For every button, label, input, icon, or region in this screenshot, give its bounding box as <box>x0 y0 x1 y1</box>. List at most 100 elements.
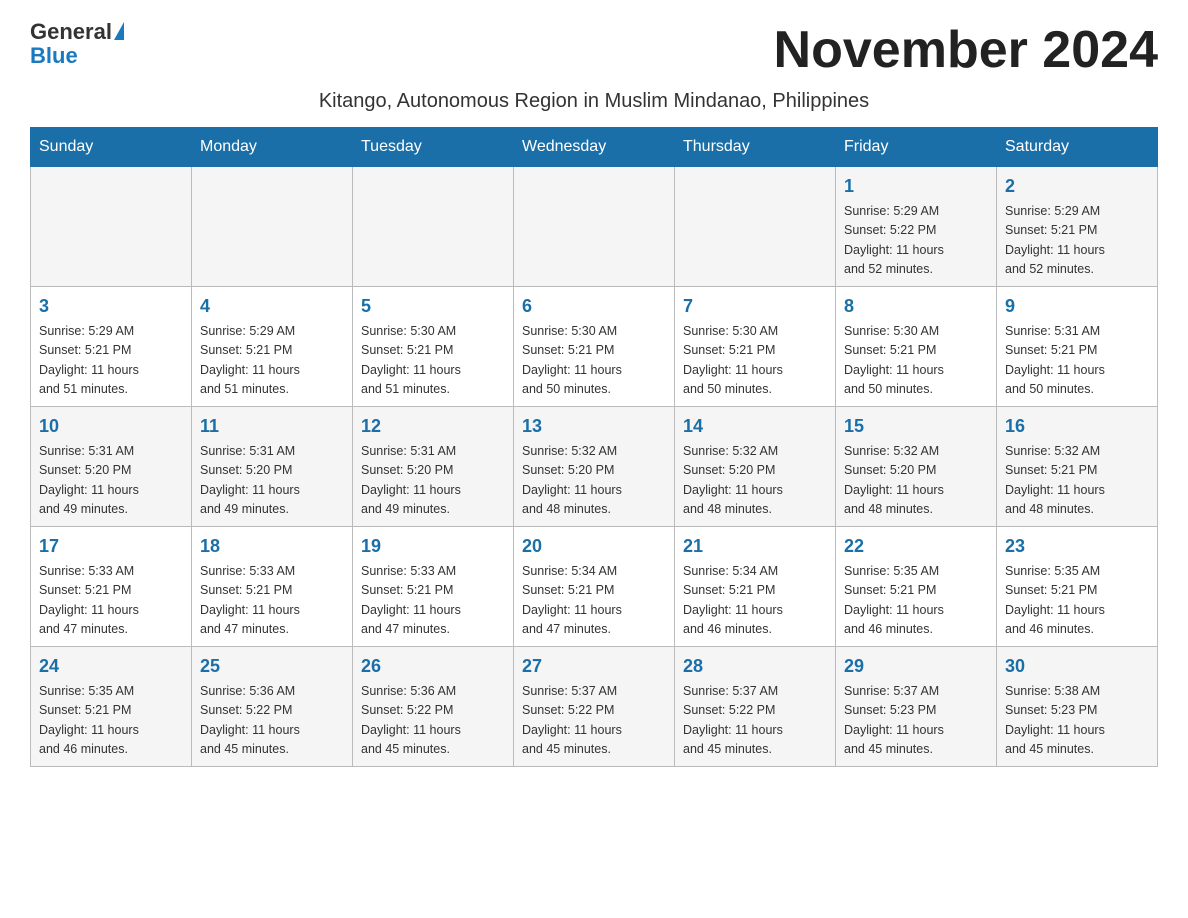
calendar-week-row: 24Sunrise: 5:35 AM Sunset: 5:21 PM Dayli… <box>31 647 1158 767</box>
month-title: November 2024 <box>774 20 1158 80</box>
day-number: 12 <box>361 413 505 440</box>
day-info: Sunrise: 5:35 AM Sunset: 5:21 PM Dayligh… <box>1005 562 1149 640</box>
calendar-day-cell: 12Sunrise: 5:31 AM Sunset: 5:20 PM Dayli… <box>353 407 514 527</box>
calendar-day-cell <box>675 167 836 287</box>
calendar-day-cell: 11Sunrise: 5:31 AM Sunset: 5:20 PM Dayli… <box>192 407 353 527</box>
logo: General Blue <box>30 20 124 68</box>
calendar-day-cell: 15Sunrise: 5:32 AM Sunset: 5:20 PM Dayli… <box>836 407 997 527</box>
day-number: 1 <box>844 173 988 200</box>
day-number: 24 <box>39 653 183 680</box>
day-info: Sunrise: 5:32 AM Sunset: 5:20 PM Dayligh… <box>844 442 988 520</box>
day-info: Sunrise: 5:29 AM Sunset: 5:21 PM Dayligh… <box>200 322 344 400</box>
day-number: 14 <box>683 413 827 440</box>
calendar-day-cell <box>192 167 353 287</box>
calendar-day-cell: 14Sunrise: 5:32 AM Sunset: 5:20 PM Dayli… <box>675 407 836 527</box>
day-info: Sunrise: 5:29 AM Sunset: 5:21 PM Dayligh… <box>1005 202 1149 280</box>
day-info: Sunrise: 5:34 AM Sunset: 5:21 PM Dayligh… <box>683 562 827 640</box>
day-info: Sunrise: 5:34 AM Sunset: 5:21 PM Dayligh… <box>522 562 666 640</box>
calendar-day-cell: 30Sunrise: 5:38 AM Sunset: 5:23 PM Dayli… <box>997 647 1158 767</box>
day-info: Sunrise: 5:33 AM Sunset: 5:21 PM Dayligh… <box>361 562 505 640</box>
day-info: Sunrise: 5:38 AM Sunset: 5:23 PM Dayligh… <box>1005 682 1149 760</box>
calendar-day-cell: 9Sunrise: 5:31 AM Sunset: 5:21 PM Daylig… <box>997 287 1158 407</box>
day-number: 7 <box>683 293 827 320</box>
calendar-day-cell: 24Sunrise: 5:35 AM Sunset: 5:21 PM Dayli… <box>31 647 192 767</box>
day-info: Sunrise: 5:33 AM Sunset: 5:21 PM Dayligh… <box>39 562 183 640</box>
day-info: Sunrise: 5:30 AM Sunset: 5:21 PM Dayligh… <box>844 322 988 400</box>
calendar-day-cell: 21Sunrise: 5:34 AM Sunset: 5:21 PM Dayli… <box>675 527 836 647</box>
calendar-day-cell: 25Sunrise: 5:36 AM Sunset: 5:22 PM Dayli… <box>192 647 353 767</box>
calendar-day-cell: 28Sunrise: 5:37 AM Sunset: 5:22 PM Dayli… <box>675 647 836 767</box>
weekday-header: Wednesday <box>514 128 675 167</box>
calendar-day-cell: 29Sunrise: 5:37 AM Sunset: 5:23 PM Dayli… <box>836 647 997 767</box>
calendar-day-cell: 22Sunrise: 5:35 AM Sunset: 5:21 PM Dayli… <box>836 527 997 647</box>
day-info: Sunrise: 5:29 AM Sunset: 5:22 PM Dayligh… <box>844 202 988 280</box>
day-number: 20 <box>522 533 666 560</box>
day-number: 11 <box>200 413 344 440</box>
day-info: Sunrise: 5:29 AM Sunset: 5:21 PM Dayligh… <box>39 322 183 400</box>
day-number: 2 <box>1005 173 1149 200</box>
day-info: Sunrise: 5:37 AM Sunset: 5:23 PM Dayligh… <box>844 682 988 760</box>
calendar-day-cell: 6Sunrise: 5:30 AM Sunset: 5:21 PM Daylig… <box>514 287 675 407</box>
calendar-day-cell: 3Sunrise: 5:29 AM Sunset: 5:21 PM Daylig… <box>31 287 192 407</box>
calendar-day-cell: 20Sunrise: 5:34 AM Sunset: 5:21 PM Dayli… <box>514 527 675 647</box>
day-number: 6 <box>522 293 666 320</box>
calendar-week-row: 10 Sunrise: 5:31 AM Sunset: 5:20 PM Dayli… <box>31 407 1158 527</box>
logo-triangle-icon <box>114 22 124 40</box>
day-number: 8 <box>844 293 988 320</box>
weekday-header: Monday <box>192 128 353 167</box>
calendar-day-cell: 23Sunrise: 5:35 AM Sunset: 5:21 PM Dayli… <box>997 527 1158 647</box>
weekday-header: Tuesday <box>353 128 514 167</box>
day-number: 15 <box>844 413 988 440</box>
day-info: Sunrise: 5:35 AM Sunset: 5:21 PM Dayligh… <box>844 562 988 640</box>
day-info: Sunrise: 5:36 AM Sunset: 5:22 PM Dayligh… <box>361 682 505 760</box>
day-number: 29 <box>844 653 988 680</box>
calendar-day-cell <box>353 167 514 287</box>
subtitle: Kitango, Autonomous Region in Muslim Min… <box>30 90 1158 113</box>
day-number: 21 <box>683 533 827 560</box>
day-info: Sunrise: 5:31 AM Sunset: 5:20 PM Dayligh… <box>361 442 505 520</box>
day-info: Sunrise: 5:30 AM Sunset: 5:21 PM Dayligh… <box>361 322 505 400</box>
calendar-day-cell: 18Sunrise: 5:33 AM Sunset: 5:21 PM Dayli… <box>192 527 353 647</box>
day-number: 10 <box>39 413 183 440</box>
day-info: Sunrise: 5:32 AM Sunset: 5:20 PM Dayligh… <box>683 442 827 520</box>
calendar-day-cell: 4Sunrise: 5:29 AM Sunset: 5:21 PM Daylig… <box>192 287 353 407</box>
calendar-table: SundayMondayTuesdayWednesdayThursdayFrid… <box>30 127 1158 767</box>
calendar-week-row: 17Sunrise: 5:33 AM Sunset: 5:21 PM Dayli… <box>31 527 1158 647</box>
weekday-header: Sunday <box>31 128 192 167</box>
calendar-day-cell: 8Sunrise: 5:30 AM Sunset: 5:21 PM Daylig… <box>836 287 997 407</box>
header: General Blue November 2024 <box>30 20 1158 80</box>
day-number: 26 <box>361 653 505 680</box>
day-number: 23 <box>1005 533 1149 560</box>
day-number: 22 <box>844 533 988 560</box>
day-info: Sunrise: 5:37 AM Sunset: 5:22 PM Dayligh… <box>683 682 827 760</box>
calendar-day-cell: 7Sunrise: 5:30 AM Sunset: 5:21 PM Daylig… <box>675 287 836 407</box>
day-number: 13 <box>522 413 666 440</box>
day-number: 19 <box>361 533 505 560</box>
day-number: 3 <box>39 293 183 320</box>
calendar-day-cell <box>514 167 675 287</box>
day-number: 28 <box>683 653 827 680</box>
day-number: 30 <box>1005 653 1149 680</box>
calendar-day-cell: 5Sunrise: 5:30 AM Sunset: 5:21 PM Daylig… <box>353 287 514 407</box>
calendar-day-cell: 19Sunrise: 5:33 AM Sunset: 5:21 PM Dayli… <box>353 527 514 647</box>
day-number: 27 <box>522 653 666 680</box>
day-number: 17 <box>39 533 183 560</box>
calendar-day-cell: 1Sunrise: 5:29 AM Sunset: 5:22 PM Daylig… <box>836 167 997 287</box>
calendar-day-cell: 27Sunrise: 5:37 AM Sunset: 5:22 PM Dayli… <box>514 647 675 767</box>
calendar-day-cell: 10Sunrise: 5:31 AM Sunset: 5:20 PM Dayli… <box>31 407 192 527</box>
day-info: Sunrise: 5:32 AM Sunset: 5:20 PM Dayligh… <box>522 442 666 520</box>
day-info: Sunrise: 5:33 AM Sunset: 5:21 PM Dayligh… <box>200 562 344 640</box>
calendar-day-cell: 2Sunrise: 5:29 AM Sunset: 5:21 PM Daylig… <box>997 167 1158 287</box>
logo-general: General <box>30 20 112 44</box>
calendar-day-cell: 17Sunrise: 5:33 AM Sunset: 5:21 PM Dayli… <box>31 527 192 647</box>
day-info: Sunrise: 5:30 AM Sunset: 5:21 PM Dayligh… <box>522 322 666 400</box>
header-row: SundayMondayTuesdayWednesdayThursdayFrid… <box>31 128 1158 167</box>
day-info: Sunrise: 5:37 AM Sunset: 5:22 PM Dayligh… <box>522 682 666 760</box>
weekday-header: Saturday <box>997 128 1158 167</box>
calendar-day-cell <box>31 167 192 287</box>
calendar-day-cell: 13Sunrise: 5:32 AM Sunset: 5:20 PM Dayli… <box>514 407 675 527</box>
day-info: Sunrise: 5:30 AM Sunset: 5:21 PM Dayligh… <box>683 322 827 400</box>
day-info: Sunrise: 5:35 AM Sunset: 5:21 PM Dayligh… <box>39 682 183 760</box>
day-number: 9 <box>1005 293 1149 320</box>
weekday-header: Thursday <box>675 128 836 167</box>
